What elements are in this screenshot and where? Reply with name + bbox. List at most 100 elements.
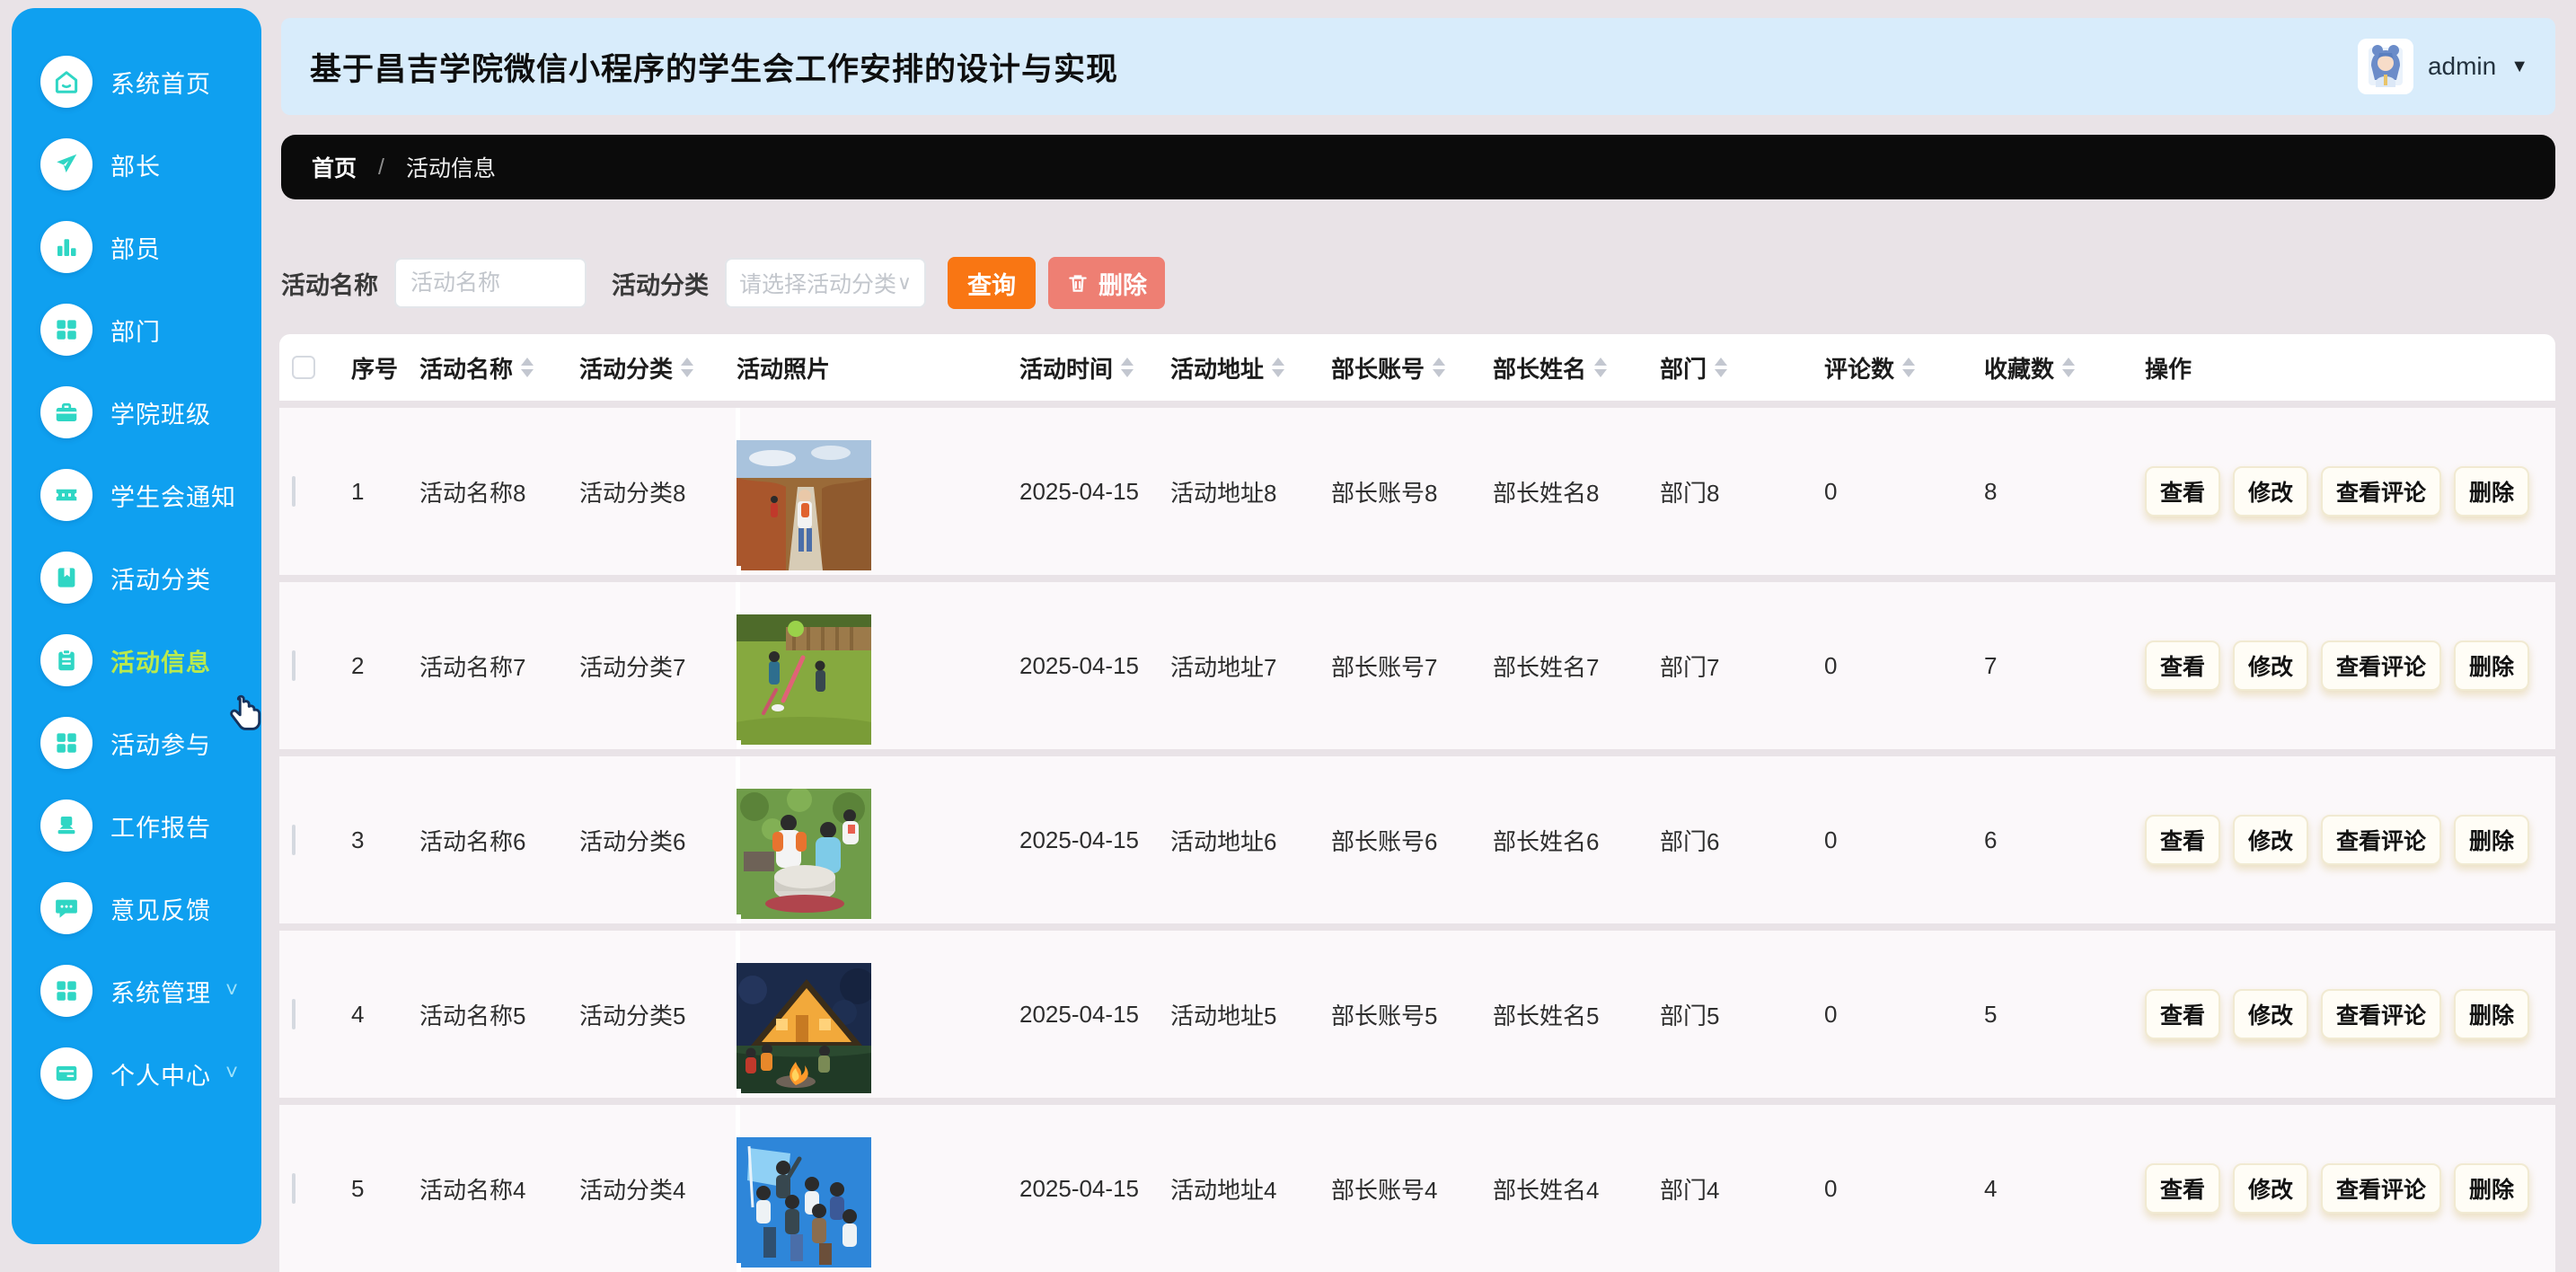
sort-icon[interactable] — [1902, 358, 1916, 377]
sidebar-item-union-notice[interactable]: 学生会通知 — [12, 454, 261, 536]
select-all-checkbox[interactable] — [292, 356, 315, 379]
cell-index: 3 — [351, 826, 365, 853]
sort-icon[interactable] — [1433, 358, 1446, 377]
row-checkbox[interactable] — [292, 998, 296, 1029]
breadcrumb-home-link[interactable]: 首页 — [312, 151, 357, 183]
row-checkbox[interactable] — [292, 1172, 296, 1204]
edit-button[interactable]: 修改 — [2233, 466, 2309, 517]
breadcrumb-current: 活动信息 — [405, 156, 496, 181]
delete-button[interactable]: 删除 — [2454, 989, 2530, 1039]
sidebar-item-label: 活动分类 — [110, 566, 211, 594]
sidebar-item-activity-participation[interactable]: 活动参与 — [12, 702, 261, 784]
col-activity-category: 活动分类 — [579, 355, 674, 383]
cell-activity-category: 活动分类4 — [579, 1176, 686, 1204]
view-button[interactable]: 查看 — [2145, 640, 2221, 691]
activity-photo[interactable] — [737, 440, 1019, 570]
sidebar-item-activity-category[interactable]: 活动分类 — [12, 536, 261, 619]
clipboard-icon — [40, 634, 93, 686]
edit-button[interactable]: 修改 — [2233, 815, 2309, 865]
cell-activity-time: 2025-04-15 — [1019, 1174, 1139, 1202]
col-actions: 操作 — [2145, 355, 2192, 383]
activity-table: 序号 活动名称 活动分类 活动照片 活动时间 活动地址 部长账号 部长姓名 部门… — [279, 334, 2555, 1272]
col-index: 序号 — [351, 355, 399, 383]
edit-button[interactable]: 修改 — [2233, 640, 2309, 691]
sort-icon[interactable] — [1715, 358, 1728, 377]
sidebar-item-label: 意见反馈 — [110, 897, 211, 924]
chevron-down-icon[interactable]: ˅ — [225, 978, 238, 1003]
chevron-down-icon[interactable]: ˅ — [225, 1061, 238, 1086]
view-comments-button[interactable]: 查看评论 — [2321, 815, 2442, 865]
activity-photo[interactable] — [737, 789, 1019, 919]
cell-favorites: 7 — [1984, 651, 1998, 679]
cell-activity-address: 活动地址4 — [1170, 1176, 1277, 1204]
filter-bar: 活动名称 活动分类 请选择活动分类 ∨ 查询 删除 — [281, 256, 2555, 310]
view-button[interactable]: 查看 — [2145, 989, 2221, 1039]
cell-department: 部门4 — [1660, 1176, 1720, 1204]
sidebar-item-college-class[interactable]: 学院班级 — [12, 371, 261, 454]
sidebar-item-personal-center[interactable]: 个人中心 ˅ — [12, 1032, 261, 1115]
cell-activity-time: 2025-04-15 — [1019, 651, 1139, 679]
col-activity-name: 活动名称 — [419, 355, 514, 383]
page-title: 基于昌吉学院微信小程序的学生会工作安排的设计与实现 — [310, 51, 1119, 87]
sort-icon[interactable] — [1121, 358, 1134, 377]
user-menu[interactable]: admin ▼ — [2357, 39, 2528, 94]
view-comments-button[interactable]: 查看评论 — [2321, 466, 2442, 517]
bulk-delete-button[interactable]: 删除 — [1048, 257, 1165, 309]
activity-photo[interactable] — [737, 963, 1019, 1093]
sidebar-item-feedback[interactable]: 意见反馈 — [12, 867, 261, 950]
cell-activity-name: 活动名称5 — [419, 1002, 526, 1029]
cell-comments: 0 — [1824, 651, 1838, 679]
cell-activity-category: 活动分类5 — [579, 1002, 686, 1029]
trash-icon — [1069, 275, 1087, 292]
cell-leader-account: 部长账号6 — [1331, 827, 1438, 855]
cell-comments: 0 — [1824, 477, 1838, 505]
activity-photo[interactable] — [737, 614, 1019, 745]
delete-button[interactable]: 删除 — [2454, 1163, 2530, 1214]
view-comments-button[interactable]: 查看评论 — [2321, 640, 2442, 691]
edit-button[interactable]: 修改 — [2233, 989, 2309, 1039]
delete-button[interactable]: 删除 — [2454, 640, 2530, 691]
view-comments-button[interactable]: 查看评论 — [2321, 989, 2442, 1039]
table-header-row: 序号 活动名称 活动分类 活动照片 活动时间 活动地址 部长账号 部长姓名 部门… — [279, 334, 2555, 401]
sort-icon[interactable] — [1594, 358, 1608, 377]
delete-button[interactable]: 删除 — [2454, 466, 2530, 517]
cell-leader-name: 部长姓名6 — [1493, 827, 1600, 855]
sidebar-item-work-report[interactable]: 工作报告 — [12, 784, 261, 867]
row-checkbox[interactable] — [292, 475, 296, 507]
view-button[interactable]: 查看 — [2145, 1163, 2221, 1214]
sidebar-item-label: 系统管理 — [110, 979, 211, 1007]
sort-icon[interactable] — [2062, 358, 2076, 377]
row-checkbox[interactable] — [292, 649, 296, 681]
grid-icon — [40, 965, 93, 1017]
cell-leader-account: 部长账号4 — [1331, 1176, 1438, 1204]
delete-button[interactable]: 删除 — [2454, 815, 2530, 865]
cell-activity-category: 活动分类7 — [579, 653, 686, 681]
activity-name-input[interactable] — [394, 258, 587, 308]
cell-favorites: 6 — [1984, 826, 1998, 853]
home-icon — [40, 56, 93, 108]
search-button[interactable]: 查询 — [948, 257, 1036, 309]
sidebar-item-activity-info[interactable]: 活动信息 — [12, 619, 261, 702]
sidebar-item-label: 学生会通知 — [110, 483, 236, 511]
cell-activity-time: 2025-04-15 — [1019, 1000, 1139, 1028]
sort-icon[interactable] — [521, 358, 534, 377]
id-card-icon — [40, 1047, 93, 1100]
col-leader-name: 部长姓名 — [1493, 355, 1587, 383]
sort-icon[interactable] — [681, 358, 694, 377]
activity-photo[interactable] — [737, 1137, 1019, 1268]
col-favorites: 收藏数 — [1984, 355, 2055, 383]
view-button[interactable]: 查看 — [2145, 815, 2221, 865]
activity-info-admin-page: { "header": { "title": "基于昌吉学院微信小程序的学生会工… — [0, 0, 2576, 1272]
sidebar-item-department[interactable]: 部门 — [12, 288, 261, 371]
sidebar-item-member[interactable]: 部员 — [12, 206, 261, 288]
cell-index: 1 — [351, 477, 365, 505]
view-comments-button[interactable]: 查看评论 — [2321, 1163, 2442, 1214]
row-checkbox[interactable] — [292, 824, 296, 855]
edit-button[interactable]: 修改 — [2233, 1163, 2309, 1214]
sidebar-item-minister[interactable]: 部长 — [12, 123, 261, 206]
sidebar-item-system-management[interactable]: 系统管理 ˅ — [12, 950, 261, 1032]
activity-category-select[interactable]: 请选择活动分类 ∨ — [725, 258, 926, 308]
view-button[interactable]: 查看 — [2145, 466, 2221, 517]
sort-icon[interactable] — [1272, 358, 1285, 377]
sidebar-item-system-home[interactable]: 系统首页 — [12, 40, 261, 123]
